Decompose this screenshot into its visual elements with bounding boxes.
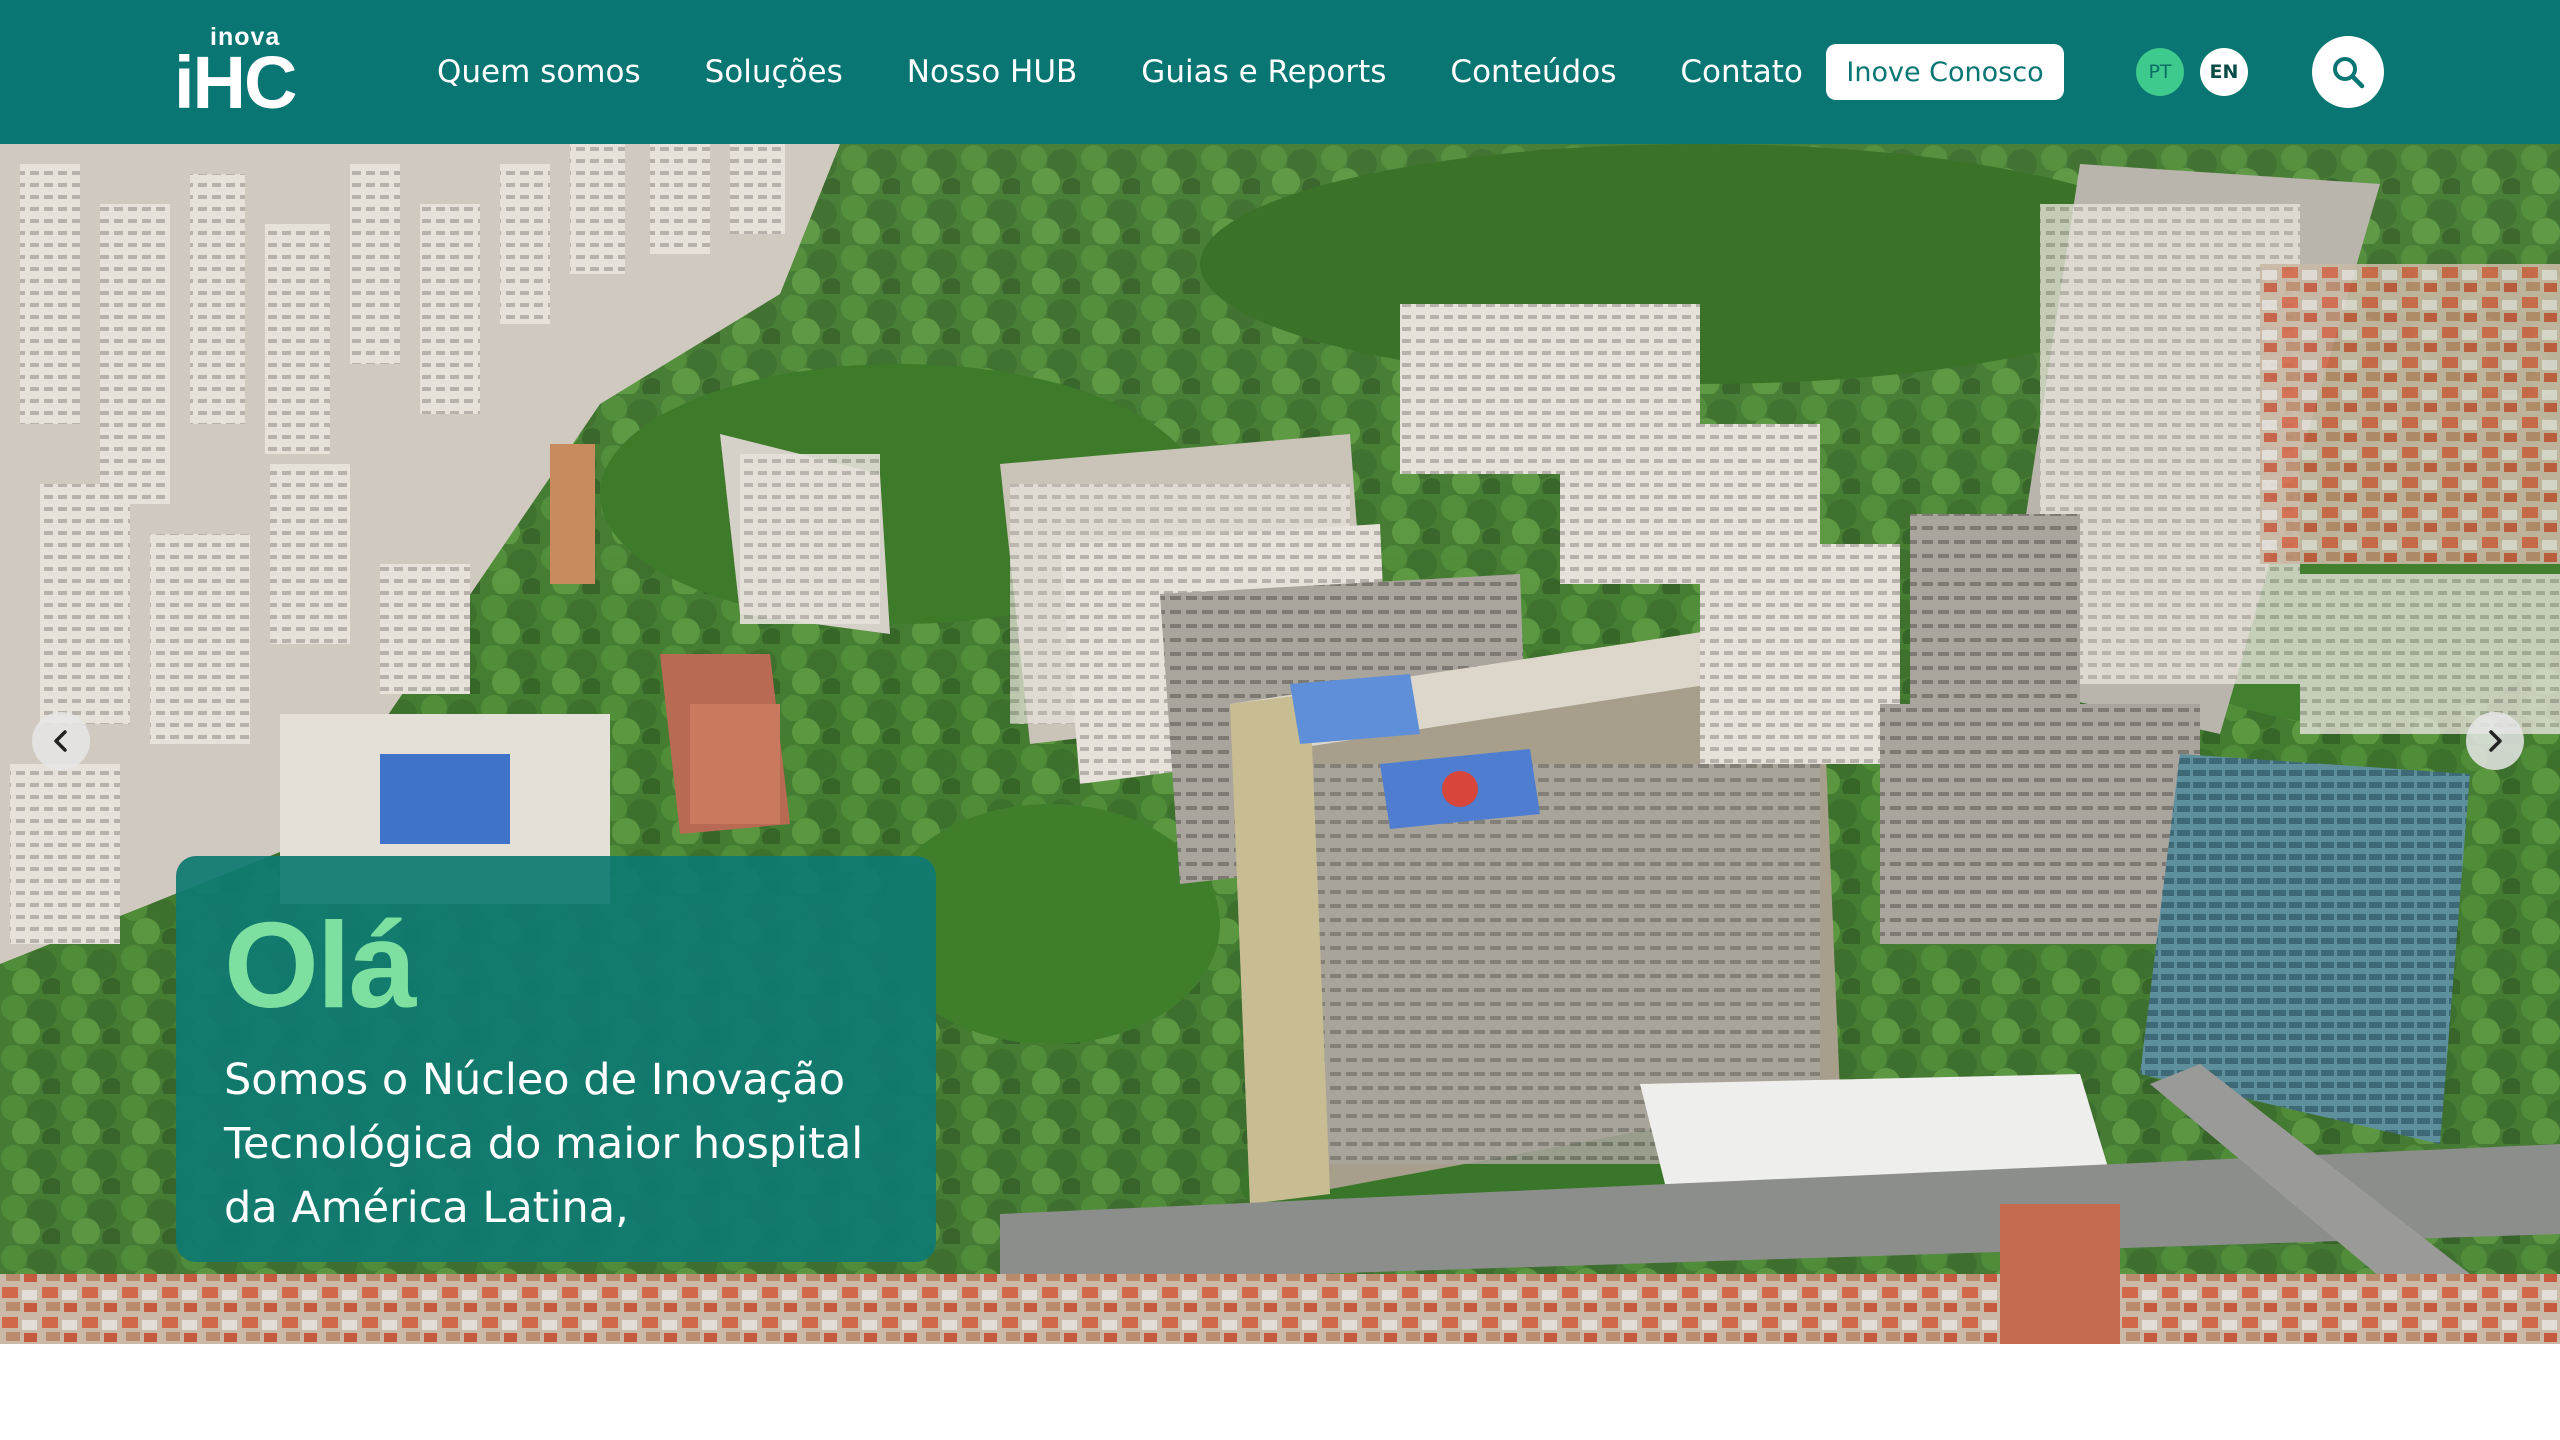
nav-item-guias-reports[interactable]: Guias e Reports bbox=[1141, 54, 1386, 90]
carousel-prev-button[interactable] bbox=[32, 712, 90, 770]
hero-message-card: Olá Somos o Núcleo de Inovação Tecnológi… bbox=[176, 856, 936, 1262]
hero-description: Somos o Núcleo de Inovação Tecnológica d… bbox=[224, 1055, 864, 1233]
inova-hc-logo[interactable]: inova iHC bbox=[174, 22, 297, 124]
nav-item-quem-somos[interactable]: Quem somos bbox=[437, 54, 641, 90]
nav-item-contato[interactable]: Contato bbox=[1680, 54, 1803, 90]
chevron-left-icon bbox=[54, 730, 67, 752]
search-icon bbox=[2333, 57, 2365, 89]
logo-big-text: iHC bbox=[174, 41, 297, 124]
hero-title: Olá bbox=[224, 897, 417, 1033]
hero-carousel: Olá Somos o Núcleo de Inovação Tecnológi… bbox=[0, 144, 2560, 1344]
language-pt-button[interactable]: PT bbox=[2136, 48, 2184, 96]
language-en-button[interactable]: EN bbox=[2200, 48, 2248, 96]
chevron-right-icon bbox=[2489, 730, 2502, 752]
site-header: inova iHC Quem somos Soluções Nosso HUB … bbox=[0, 0, 2560, 144]
nav-item-conteudos[interactable]: Conteúdos bbox=[1450, 54, 1616, 90]
nav-item-solucoes[interactable]: Soluções bbox=[705, 54, 843, 90]
search-button[interactable] bbox=[2312, 36, 2384, 108]
inove-conosco-button[interactable]: Inove Conosco bbox=[1826, 44, 2064, 100]
carousel-next-button[interactable] bbox=[2466, 712, 2524, 770]
nav-item-nosso-hub[interactable]: Nosso HUB bbox=[907, 54, 1078, 90]
main-nav: Quem somos Soluções Nosso HUB Guias e Re… bbox=[437, 0, 1867, 144]
